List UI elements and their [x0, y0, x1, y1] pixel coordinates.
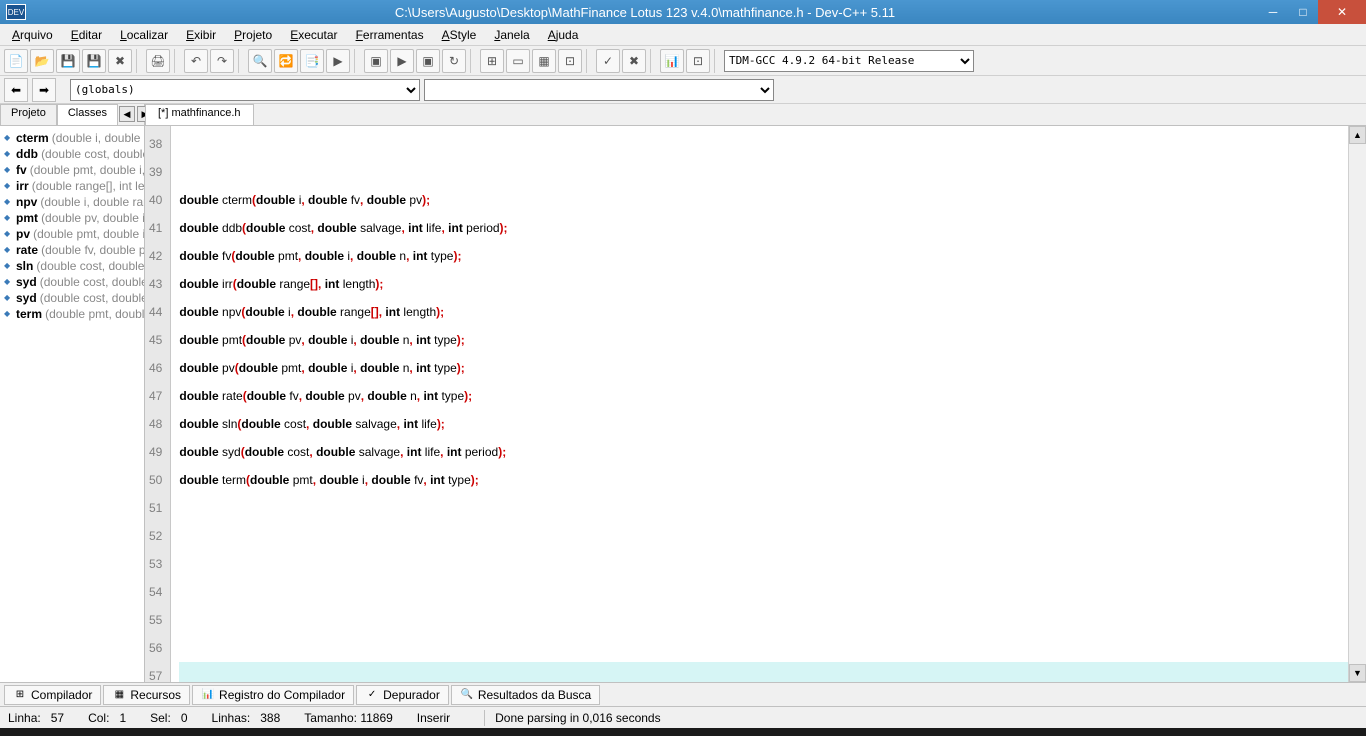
taskbar: [0, 728, 1366, 736]
scroll-up-button[interactable]: ▲: [1349, 126, 1366, 144]
app-icon: DEV: [6, 4, 26, 20]
goto-button[interactable]: ▶: [326, 49, 350, 73]
status-insert-mode: Inserir: [417, 711, 450, 725]
redo-button[interactable]: ↷: [210, 49, 234, 73]
debug-stop-button[interactable]: ✖: [622, 49, 646, 73]
find-in-files-button[interactable]: 📑: [300, 49, 324, 73]
menu-exibir[interactable]: Exibir: [178, 26, 224, 44]
status-line-value: 57: [51, 711, 64, 725]
menu-ferramentas[interactable]: Ferramentas: [348, 26, 432, 44]
func-cterm[interactable]: cterm (double i, double fv, double pv): [2, 130, 142, 146]
bottom-tab-resultados-da-busca[interactable]: 🔍Resultados da Busca: [451, 685, 600, 705]
compiler-select[interactable]: TDM-GCC 4.9.2 64-bit Release: [724, 50, 974, 72]
editor-panel: [*] mathfinance.h 3839404142434445464748…: [145, 104, 1366, 682]
title-bar: DEV C:\Users\Augusto\Desktop\MathFinance…: [0, 0, 1366, 24]
func-pmt[interactable]: pmt (double pv, double i, double n, int …: [2, 210, 142, 226]
side-panel: Projeto Classes ◀ ▶ cterm (double i, dou…: [0, 104, 145, 682]
compile-run-button[interactable]: ▣: [416, 49, 440, 73]
status-size-value: 11869: [360, 711, 392, 725]
func-fv[interactable]: fv (double pmt, double i, double n, int …: [2, 162, 142, 178]
bottom-tabs: ⊞Compilador▦Recursos📊Registro do Compila…: [0, 682, 1366, 706]
menu-localizar[interactable]: Localizar: [112, 26, 176, 44]
menu-ajuda[interactable]: Ajuda: [540, 26, 587, 44]
status-lines-label: Linhas:: [212, 711, 251, 725]
code-editor[interactable]: 3839404142434445464748495051525354555657…: [145, 126, 1366, 682]
func-rate[interactable]: rate (double fv, double pv, double n, in…: [2, 242, 142, 258]
undo-button[interactable]: ↶: [184, 49, 208, 73]
fwd-nav-button[interactable]: ➡: [32, 78, 56, 102]
code-area[interactable]: double cterm(double i, double fv, double…: [171, 126, 1366, 682]
tab-projeto[interactable]: Projeto: [0, 104, 57, 125]
status-sel-label: Sel:: [150, 711, 171, 725]
scope-toolbar: ⬅ ➡ (globals): [0, 76, 1366, 104]
minimize-button[interactable]: ─: [1258, 0, 1288, 24]
open-button[interactable]: 📂: [30, 49, 54, 73]
compile-button[interactable]: ▣: [364, 49, 388, 73]
profile-button[interactable]: 📊: [660, 49, 684, 73]
back-nav-button[interactable]: ⬅: [4, 78, 28, 102]
find-button[interactable]: 🔍: [248, 49, 272, 73]
menu-arquivo[interactable]: Arquivo: [4, 26, 61, 44]
close-button2[interactable]: ✖: [108, 49, 132, 73]
func-npv[interactable]: npv (double i, double range[], int lengt…: [2, 194, 142, 210]
run-button[interactable]: ▶: [390, 49, 414, 73]
func-pv[interactable]: pv (double pmt, double i, double n, int …: [2, 226, 142, 242]
func-ddb[interactable]: ddb (double cost, double salvage, int li…: [2, 146, 142, 162]
misc-button[interactable]: ⊡: [686, 49, 710, 73]
maximize-button[interactable]: □: [1288, 0, 1318, 24]
status-col-label: Col:: [88, 711, 109, 725]
close-button[interactable]: ✕: [1318, 0, 1366, 24]
bottom-tab-depurador[interactable]: ✓Depurador: [356, 685, 449, 705]
func-term[interactable]: term (double pmt, double i, double fv, i…: [2, 306, 142, 322]
status-line-label: Linha:: [8, 711, 41, 725]
vertical-scrollbar[interactable]: ▲ ▼: [1348, 126, 1366, 682]
tab-classes[interactable]: Classes: [57, 104, 118, 125]
menu-executar[interactable]: Executar: [282, 26, 345, 44]
func-sln[interactable]: sln (double cost, double salvage, int li…: [2, 258, 142, 274]
bottom-tab-registro-do-compilador[interactable]: 📊Registro do Compilador: [192, 685, 354, 705]
status-parse-time: Done parsing in 0,016 seconds: [495, 711, 660, 725]
status-lines-value: 388: [260, 711, 280, 725]
print-button[interactable]: 🖨: [146, 49, 170, 73]
func-irr[interactable]: irr (double range[], int length): [2, 178, 142, 194]
bottom-tab-recursos[interactable]: ▦Recursos: [103, 685, 190, 705]
window-title: C:\Users\Augusto\Desktop\MathFinance Lot…: [32, 5, 1258, 20]
status-col-value: 1: [119, 711, 126, 725]
menu-projeto[interactable]: Projeto: [226, 26, 280, 44]
main-toolbar: 📄 📂 💾 💾 ✖ 🖨 ↶ ↷ 🔍 🔁 📑 ▶ ▣ ▶ ▣ ↻ ⊞ ▭ ▦ ⊡ …: [0, 46, 1366, 76]
func-syd[interactable]: syd (double cost, double salvage, int li…: [2, 290, 142, 306]
status-sel-value: 0: [181, 711, 188, 725]
new-file-button[interactable]: 📄: [4, 49, 28, 73]
bottom-tab-compilador[interactable]: ⊞Compilador: [4, 685, 101, 705]
menu-astyle[interactable]: AStyle: [434, 26, 485, 44]
insert-btn2[interactable]: ▭: [506, 49, 530, 73]
replace-button[interactable]: 🔁: [274, 49, 298, 73]
status-bar: Linha: 57 Col: 1 Sel: 0 Linhas: 388 Tama…: [0, 706, 1366, 728]
menu-janela[interactable]: Janela: [486, 26, 537, 44]
status-size-label: Tamanho:: [304, 711, 357, 725]
insert-btn1[interactable]: ⊞: [480, 49, 504, 73]
file-tab[interactable]: [*] mathfinance.h: [145, 104, 254, 125]
tab-prev-button[interactable]: ◀: [119, 106, 135, 122]
scope-select[interactable]: (globals): [70, 79, 420, 101]
save-all-button[interactable]: 💾: [82, 49, 106, 73]
insert-btn3[interactable]: ▦: [532, 49, 556, 73]
insert-btn4[interactable]: ⊡: [558, 49, 582, 73]
debug-check-button[interactable]: ✓: [596, 49, 620, 73]
func-syd[interactable]: syd (double cost, double salvage, int li…: [2, 274, 142, 290]
member-select[interactable]: [424, 79, 774, 101]
rebuild-button[interactable]: ↻: [442, 49, 466, 73]
menu-editar[interactable]: Editar: [63, 26, 110, 44]
save-button[interactable]: 💾: [56, 49, 80, 73]
line-gutter: 3839404142434445464748495051525354555657: [145, 126, 171, 682]
scroll-down-button[interactable]: ▼: [1349, 664, 1366, 682]
menu-bar: ArquivoEditarLocalizarExibirProjetoExecu…: [0, 24, 1366, 46]
class-tree[interactable]: cterm (double i, double fv, double pv)dd…: [0, 126, 144, 682]
